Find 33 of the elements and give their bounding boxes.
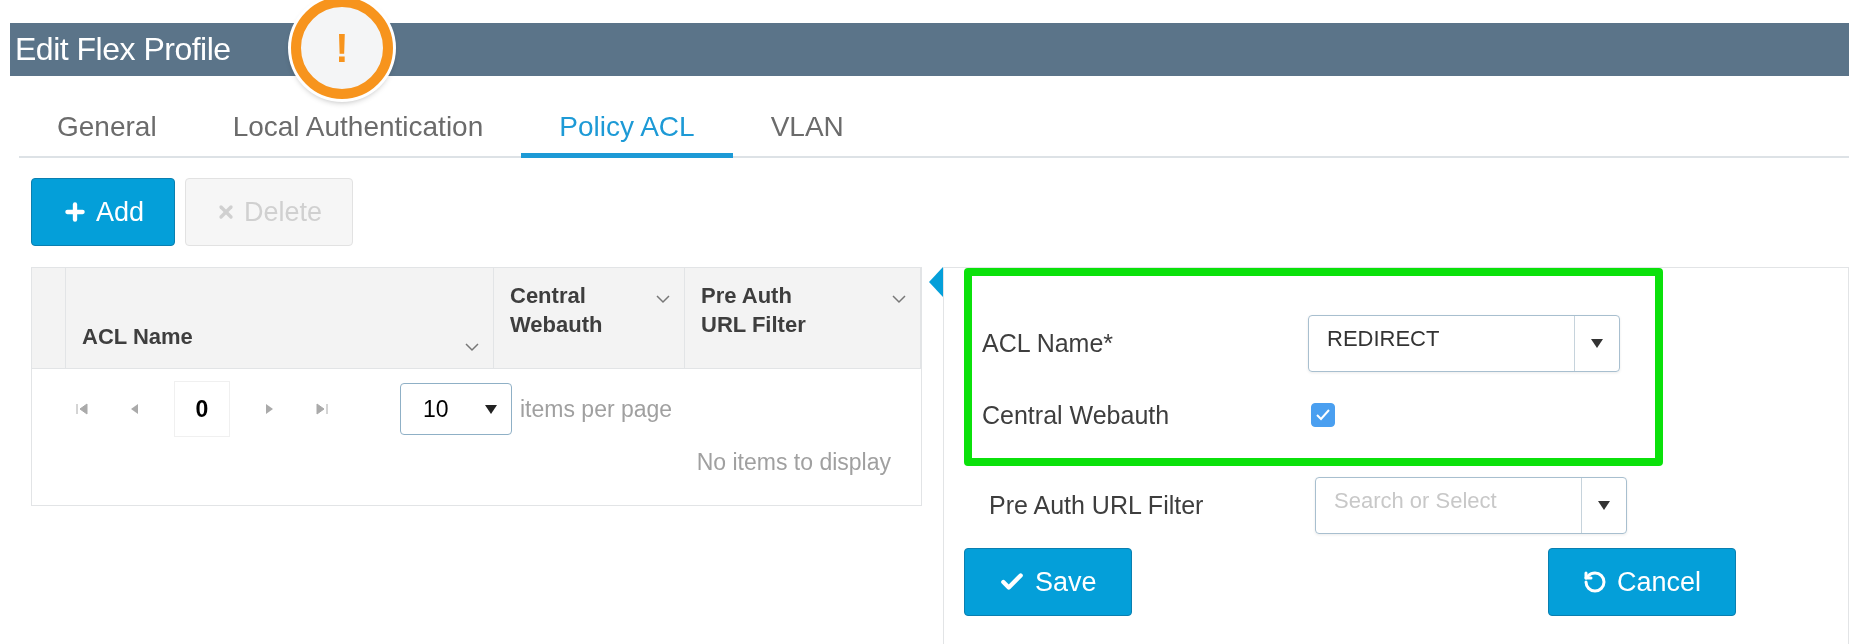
sort-chevron-icon[interactable]	[892, 294, 906, 304]
column-header: Central Webauth	[510, 282, 604, 339]
first-page-icon[interactable]	[75, 402, 89, 416]
page-title: Edit Flex Profile	[15, 31, 231, 68]
column-header: ACL Name	[82, 323, 193, 352]
checkbox[interactable]	[1311, 403, 1335, 427]
select-field[interactable]: REDIRECT	[1308, 314, 1620, 372]
caret-icon[interactable]	[485, 404, 497, 414]
add-button[interactable]: Add	[31, 178, 176, 246]
field-label: ACL Name*	[982, 328, 1115, 358]
alert-badge: !	[291, 0, 393, 99]
page-number: 0	[174, 381, 230, 437]
caret-icon[interactable]	[1591, 338, 1603, 348]
check-icon	[1316, 409, 1330, 421]
empty-message: No items to display	[696, 449, 891, 476]
caret-icon[interactable]	[1598, 500, 1610, 510]
field-label: Pre Auth URL Filter	[989, 490, 1205, 520]
tab[interactable]: Policy ACL	[521, 100, 733, 158]
pointer-icon	[929, 267, 943, 297]
last-page-icon[interactable]	[315, 402, 329, 416]
save-button[interactable]: Save	[964, 548, 1132, 616]
undo-icon	[1582, 570, 1607, 594]
sort-chevron-icon[interactable]	[656, 294, 670, 304]
cancel-button[interactable]: Cancel	[1547, 548, 1736, 616]
tab[interactable]: General	[19, 100, 195, 158]
tab[interactable]: VLAN	[732, 100, 882, 158]
page-size-label: items per page	[520, 395, 673, 423]
column-header: Pre Auth URL Filter	[701, 282, 807, 339]
page-size-select[interactable]: 10	[400, 383, 512, 435]
tab[interactable]: Local Authentication	[194, 100, 522, 158]
sort-chevron-icon[interactable]	[465, 342, 479, 352]
field-label: Central Webauth	[982, 400, 1171, 430]
plus-icon	[62, 199, 88, 225]
